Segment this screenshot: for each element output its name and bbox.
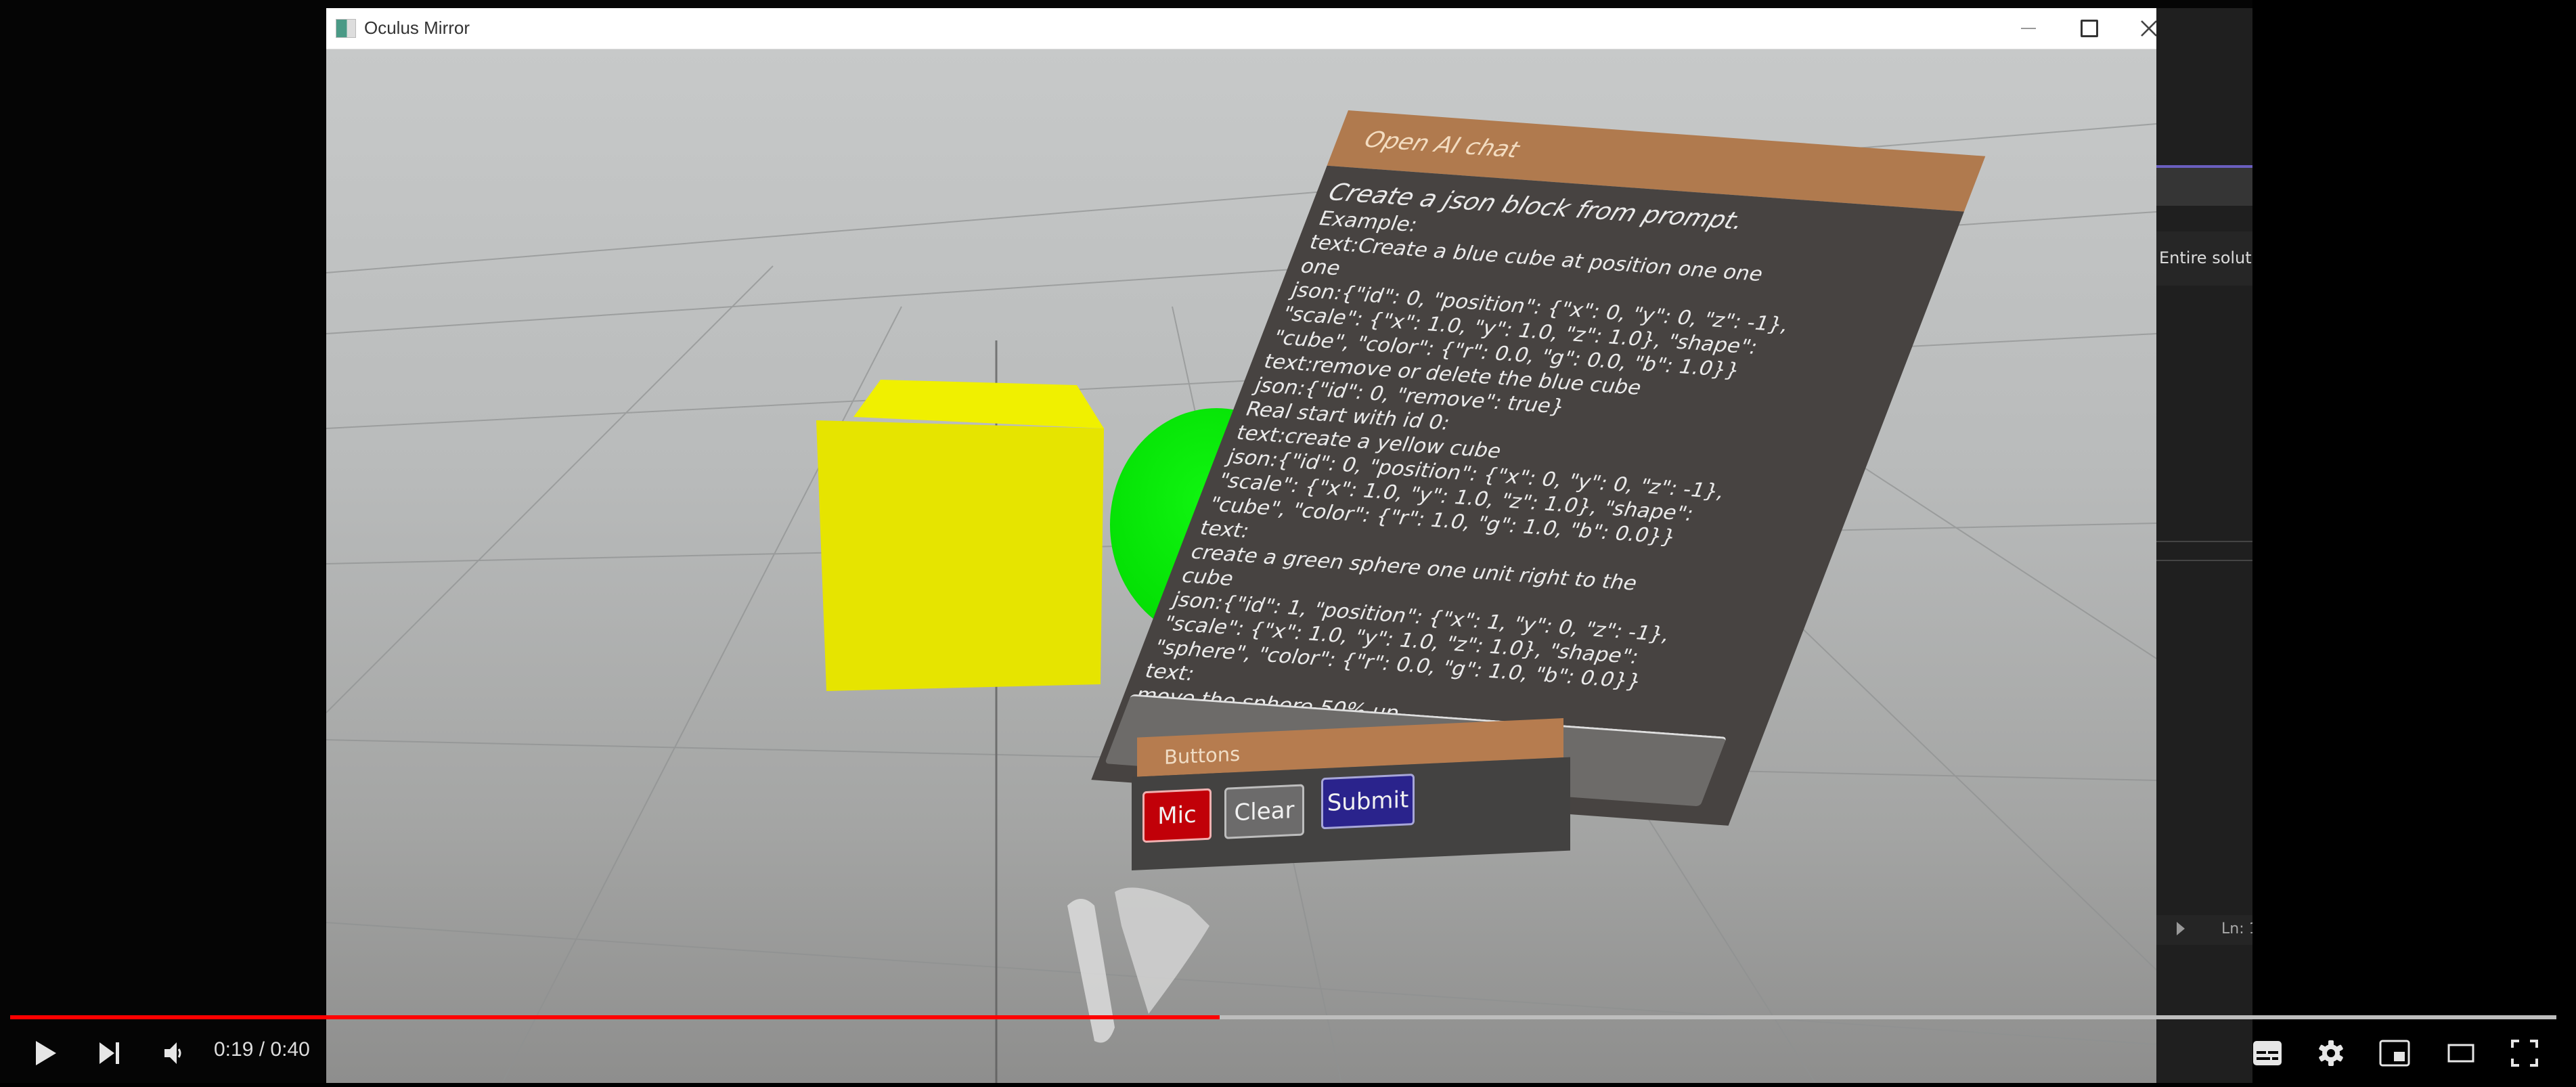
miniplayer-icon: [2379, 1040, 2410, 1067]
progress-played: [10, 1015, 1220, 1019]
clear-button[interactable]: Clear: [1224, 784, 1304, 839]
chat-panel-title: Open AI chat: [1360, 126, 1524, 164]
editor-toolbar-band: [2156, 168, 2252, 206]
oculus-mirror-icon: [336, 19, 356, 38]
window-titlebar: Oculus Mirror: [326, 8, 2156, 49]
play-icon: [36, 1041, 56, 1065]
progress-bar[interactable]: [10, 1015, 2556, 1019]
settings-icon: [2319, 1040, 2343, 1066]
volume-icon: [164, 1042, 181, 1064]
mic-button[interactable]: Mic: [1142, 788, 1212, 843]
background-editor-window: Entire soluti Ln: 1: [2156, 8, 2252, 1083]
scope-label: Entire soluti: [2159, 248, 2252, 267]
theater-mode-icon: [2447, 1044, 2474, 1063]
subtitles-icon: [2253, 1041, 2282, 1065]
submit-button[interactable]: Submit: [1321, 774, 1415, 830]
miniplayer-button[interactable]: [2374, 1033, 2415, 1073]
close-icon: [2141, 20, 2156, 37]
volume-button[interactable]: [154, 1033, 192, 1073]
yellow-cube: [816, 380, 1104, 691]
player-controls: 0:19 / 0:40: [0, 1023, 2576, 1087]
minimize-icon: [2021, 28, 2036, 29]
video-player[interactable]: Oculus Mirror Open AI chat Create a json…: [0, 0, 2576, 1087]
subtitles-button[interactable]: [2247, 1033, 2288, 1073]
editor-status-bar: Ln: 1: [2156, 915, 2252, 945]
window-title: Oculus Mirror: [364, 18, 470, 38]
buttons-panel-body: Mic Clear Submit: [1132, 757, 1570, 870]
editor-divider: [2156, 541, 2252, 542]
expand-arrow-icon[interactable]: [2177, 922, 2185, 935]
theater-mode-button[interactable]: [2441, 1033, 2481, 1073]
oculus-mirror-window: Oculus Mirror Open AI chat Create a json…: [326, 8, 2156, 1083]
next-icon: [99, 1042, 119, 1064]
next-button[interactable]: [91, 1033, 129, 1073]
maximize-button[interactable]: [2059, 8, 2120, 49]
close-button[interactable]: [2118, 8, 2156, 49]
vr-scene: Open AI chat Create a json block from pr…: [326, 49, 2156, 1083]
maximize-icon: [2081, 20, 2098, 37]
line-indicator: Ln: 1: [2221, 920, 2252, 937]
buttons-panel-title: Buttons: [1164, 742, 1241, 769]
minimize-button[interactable]: [1998, 8, 2059, 49]
editor-divider: [2156, 560, 2252, 561]
time-display: 0:19 / 0:40: [214, 1038, 310, 1061]
fullscreen-icon: [2511, 1040, 2538, 1067]
buttons-panel: Buttons Mic Clear Submit: [1132, 718, 1570, 873]
settings-button[interactable]: [2311, 1033, 2351, 1073]
fullscreen-button[interactable]: [2504, 1033, 2545, 1073]
play-button[interactable]: [27, 1033, 65, 1073]
